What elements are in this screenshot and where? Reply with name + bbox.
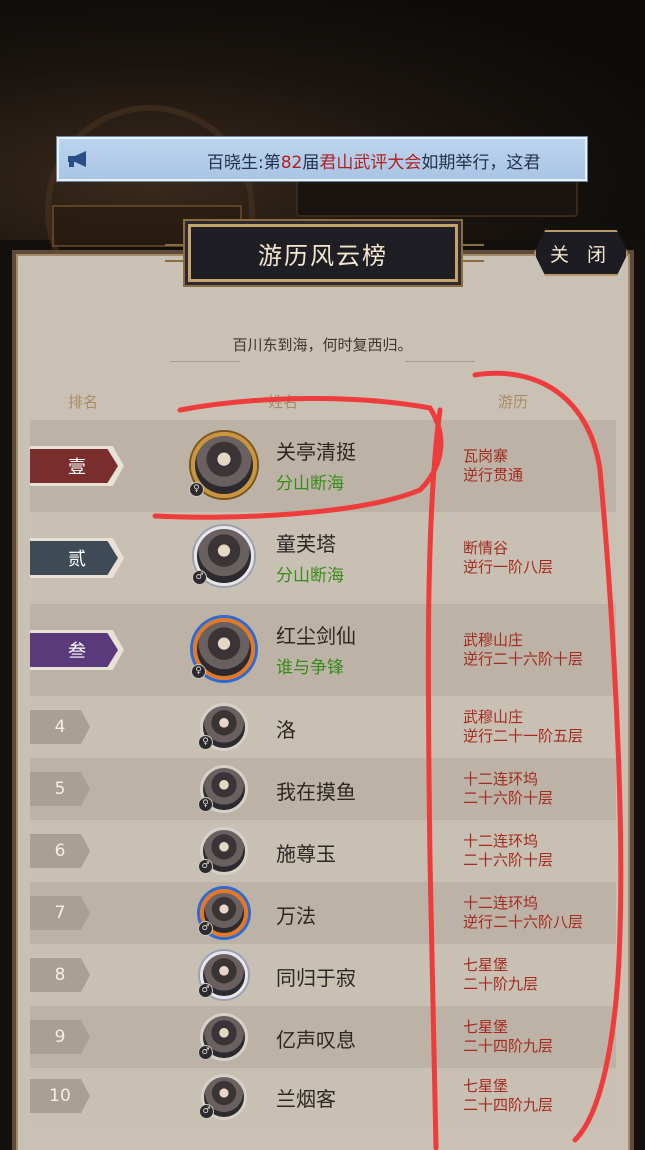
- leaderboard-row[interactable]: 8 ♂ 同归于寂 七星堡 二十阶九层: [30, 944, 616, 1006]
- gender-icon: ♂: [198, 983, 213, 998]
- player-name: 洛: [276, 718, 296, 742]
- rank-badge: 4: [30, 710, 90, 744]
- travel-location: 瓦岗寨: [463, 447, 509, 465]
- leaderboard-row[interactable]: 6 ♂ 施尊玉 十二连环坞 二十六阶十层: [30, 820, 616, 882]
- gender-icon: ♀: [198, 735, 213, 750]
- player-name: 同归于寂: [276, 966, 356, 990]
- travel-progress: 十二连环坞 二十六阶十层: [463, 770, 553, 808]
- travel-progress: 七星堡 二十四阶九层: [463, 1018, 553, 1056]
- column-header-travel: 游历: [498, 393, 529, 411]
- rank-label: 叁: [68, 641, 86, 662]
- travel-stage: 逆行二十六阶八层: [463, 913, 584, 931]
- travel-stage: 二十六阶十层: [463, 851, 554, 869]
- player-name: 我在摸鱼: [276, 780, 356, 804]
- travel-location: 武穆山庄: [463, 631, 524, 649]
- rank-badge: 10: [30, 1079, 90, 1113]
- player-name: 亿声叹息: [276, 1028, 356, 1052]
- travel-progress: 七星堡 二十四阶九层: [463, 1077, 553, 1115]
- travel-stage: 二十四阶九层: [463, 1037, 554, 1055]
- gender-icon: ♂: [198, 921, 213, 936]
- title-ornament-right: [458, 244, 484, 262]
- travel-location: 十二连环坞: [463, 770, 539, 788]
- rank-badge: 叁: [30, 630, 124, 670]
- leaderboard-row[interactable]: 5 ♀ 我在摸鱼 十二连环坞 二十六阶十层: [30, 758, 616, 820]
- rank-badge: 6: [30, 834, 90, 868]
- panel-subtitle: 百川东到海，何时复西归。: [232, 336, 413, 354]
- leaderboard-row[interactable]: 叁 ♀ 红尘剑仙谁与争锋 武穆山庄 逆行二十六阶十层: [30, 604, 616, 696]
- player-name: 童芙塔: [276, 532, 336, 556]
- gender-icon: ♂: [192, 570, 207, 585]
- announcement-bar: 百晓生:第82届君山武评大会如期举行，这君: [57, 137, 587, 181]
- gender-icon: ♀: [189, 482, 204, 497]
- player-name: 兰烟客: [276, 1087, 336, 1111]
- column-header-rank: 排名: [68, 393, 99, 411]
- travel-stage: 逆行贯通: [463, 466, 524, 484]
- travel-location: 武穆山庄: [463, 708, 524, 726]
- travel-location: 十二连环坞: [463, 894, 539, 912]
- rank-badge: 8: [30, 958, 90, 992]
- travel-location: 断情谷: [463, 539, 509, 557]
- gender-icon: ♂: [198, 1045, 213, 1060]
- rank-badge: 7: [30, 896, 90, 930]
- travel-location: 十二连环坞: [463, 832, 539, 850]
- rank-badge: 壹: [30, 446, 124, 486]
- travel-progress: 七星堡 二十阶九层: [463, 956, 538, 994]
- subtitle-divider-left: [170, 361, 240, 362]
- panel-title: 游历风云榜: [188, 224, 458, 282]
- player-name: 关亭清挺: [276, 440, 356, 464]
- close-button[interactable]: 关 闭: [534, 230, 628, 276]
- player-title: 分山断海: [276, 566, 344, 586]
- leaderboard-row[interactable]: 10 ♂ 兰烟客 七星堡 二十四阶九层: [30, 1068, 616, 1124]
- subtitle-divider-right: [405, 361, 475, 362]
- player-name: 红尘剑仙: [276, 624, 356, 648]
- travel-stage: 逆行二十六阶十层: [463, 650, 584, 668]
- travel-location: 七星堡: [463, 956, 509, 974]
- travel-progress: 十二连环坞 二十六阶十层: [463, 832, 553, 870]
- leaderboard-row[interactable]: 4 ♀ 洛 武穆山庄 逆行二十一阶五层: [30, 696, 616, 758]
- announcement-text: 百晓生:第82届君山武评大会如期举行，这君: [207, 153, 541, 173]
- gender-icon: ♀: [198, 797, 213, 812]
- travel-progress: 瓦岗寨 逆行贯通: [463, 447, 523, 485]
- travel-progress: 武穆山庄 逆行二十一阶五层: [463, 708, 583, 746]
- rank-badge: 9: [30, 1020, 90, 1054]
- megaphone-icon: [59, 139, 99, 179]
- rank-badge: 5: [30, 772, 90, 806]
- travel-stage: 逆行二十一阶五层: [463, 727, 584, 745]
- rank-label: 贰: [68, 549, 86, 570]
- travel-stage: 二十六阶十层: [463, 789, 554, 807]
- travel-stage: 逆行一阶八层: [463, 558, 554, 576]
- leaderboard-row[interactable]: 壹 ♀ 关亭清挺分山断海 瓦岗寨 逆行贯通: [30, 420, 616, 512]
- travel-location: 七星堡: [463, 1077, 509, 1095]
- rank-label: 壹: [68, 457, 86, 478]
- gender-icon: ♂: [199, 1104, 214, 1119]
- travel-stage: 二十四阶九层: [463, 1096, 554, 1114]
- leaderboard-row[interactable]: 贰 ♂ 童芙塔分山断海 断情谷 逆行一阶八层: [30, 512, 616, 604]
- column-header-name: 姓名: [268, 393, 299, 411]
- travel-stage: 二十阶九层: [463, 975, 539, 993]
- travel-location: 七星堡: [463, 1018, 509, 1036]
- travel-progress: 十二连环坞 逆行二十六阶八层: [463, 894, 583, 932]
- travel-progress: 武穆山庄 逆行二十六阶十层: [463, 631, 583, 669]
- player-name: 施尊玉: [276, 842, 336, 866]
- leaderboard-row[interactable]: 9 ♂ 亿声叹息 七星堡 二十四阶九层: [30, 1006, 616, 1068]
- gender-icon: ♀: [191, 664, 206, 679]
- leaderboard-row[interactable]: 7 ♂ 万法 十二连环坞 逆行二十六阶八层: [30, 882, 616, 944]
- player-title: 谁与争锋: [276, 658, 344, 678]
- player-name: 万法: [276, 904, 316, 928]
- rank-badge: 贰: [30, 538, 124, 578]
- gender-icon: ♂: [198, 859, 213, 874]
- player-title: 分山断海: [276, 474, 344, 494]
- travel-progress: 断情谷 逆行一阶八层: [463, 539, 553, 577]
